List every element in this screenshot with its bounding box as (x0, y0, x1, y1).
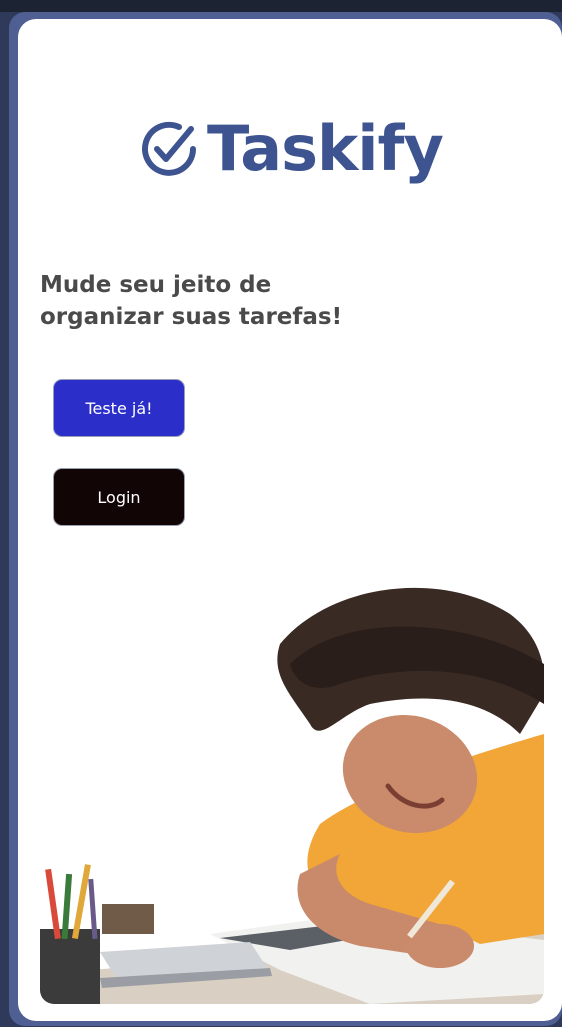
window-top-bar (0, 0, 562, 12)
headline-line-2: organizar suas tarefas! (40, 304, 343, 330)
brand-name: Taskify (207, 112, 444, 185)
try-now-button[interactable]: Teste já! (53, 379, 185, 437)
landing-card: Taskify Mude seu jeito de organizar suas… (18, 19, 562, 1021)
student-photo (40, 574, 544, 1004)
headline-line-1: Mude seu jeito de (40, 272, 272, 298)
brand-logo: Taskify (135, 109, 444, 189)
hero-headline: Mude seu jeito de organizar suas tarefas… (40, 269, 460, 333)
login-button[interactable]: Login (53, 468, 185, 526)
check-circle-icon (142, 121, 196, 176)
